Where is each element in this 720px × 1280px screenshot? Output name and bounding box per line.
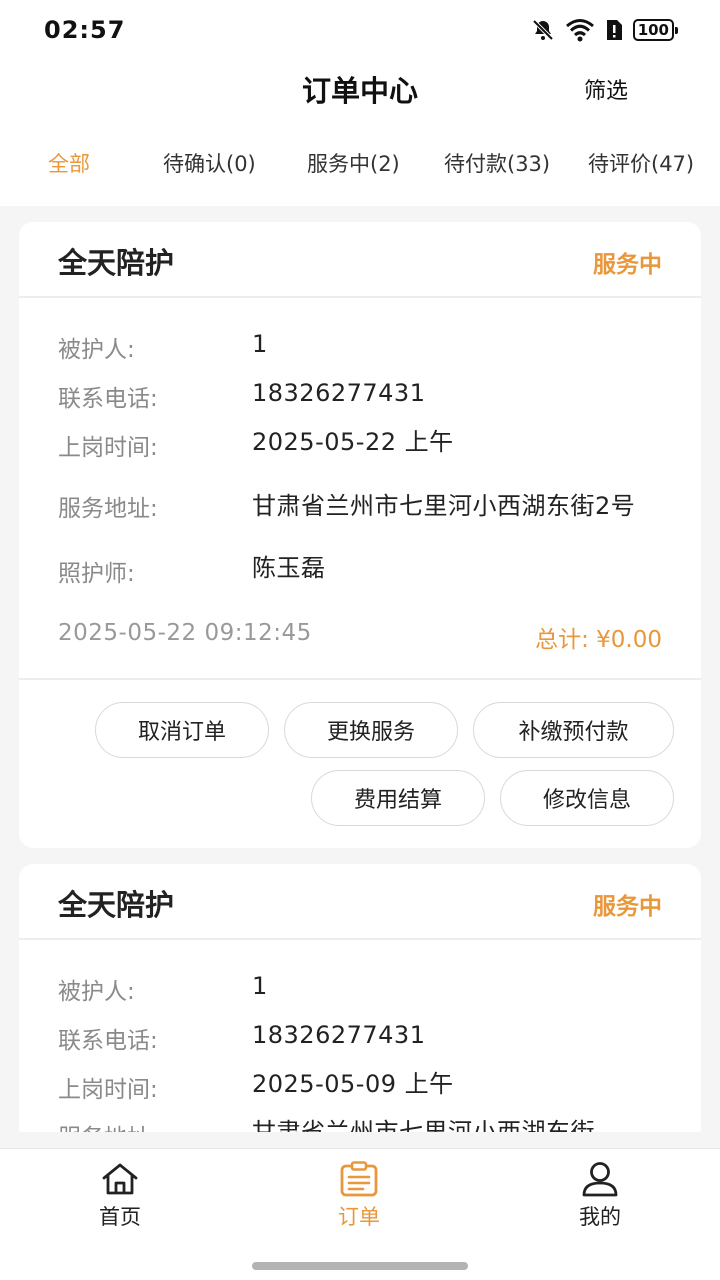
tab-pending-payment[interactable]: 待付款(33)	[444, 148, 550, 178]
status-icons: 100	[531, 18, 679, 42]
start-time-value: 2025-05-22 上午	[252, 428, 454, 456]
pay-deposit-button[interactable]: 补缴预付款	[473, 702, 674, 758]
settle-fees-button[interactable]: 费用结算	[311, 770, 485, 826]
status-badge: 服务中	[593, 894, 662, 920]
edit-info-button[interactable]: 修改信息	[500, 770, 674, 826]
order-card-header: 全天陪护 服务中	[19, 864, 701, 940]
caregiver-row: 照护师: 陈玉磊	[58, 554, 671, 588]
status-badge: 服务中	[593, 252, 662, 278]
start-time-value: 2025-05-09 上午	[252, 1070, 454, 1098]
address-label: 服务地址:	[58, 496, 158, 522]
order-tabs: 全部 待确认(0) 服务中(2) 待付款(33) 待评价(47)	[0, 120, 720, 206]
phone-value: 18326277431	[252, 379, 426, 407]
address-value: 甘肃省兰州市七里河小西湖东街	[252, 1118, 595, 1132]
tab-pending-review[interactable]: 待评价(47)	[588, 148, 694, 178]
caregiver-label: 照护师:	[58, 561, 135, 587]
battery-indicator: 100	[632, 19, 679, 41]
bottom-nav: 首页 订单 我的	[0, 1148, 720, 1280]
caregiver-value: 陈玉磊	[252, 554, 326, 582]
tab-all[interactable]: 全部	[48, 148, 90, 178]
order-title: 全天陪护	[58, 888, 175, 922]
filter-button[interactable]: 筛选	[584, 73, 628, 105]
order-card[interactable]: 全天陪护 服务中 被护人: 1 联系电话: 18326277431 上岗时间: …	[19, 864, 701, 1132]
phone-label: 联系电话:	[58, 386, 158, 412]
user-icon	[582, 1162, 618, 1197]
bell-off-icon	[532, 19, 554, 41]
patient-label: 被护人:	[58, 979, 135, 1005]
patient-row: 被护人: 1	[58, 972, 671, 1006]
patient-row: 被护人: 1	[58, 330, 671, 364]
phone-value: 18326277431	[252, 1021, 426, 1049]
home-icon	[102, 1163, 138, 1195]
status-bar: 02:57 100	[0, 0, 720, 62]
address-row: 服务地址: 甘肃省兰州市七里河小西湖东街	[58, 1118, 671, 1132]
order-card[interactable]: 全天陪护 服务中 被护人: 1 联系电话: 18326277431 上岗时间: …	[19, 222, 701, 848]
start-time-row: 上岗时间: 2025-05-09 上午	[58, 1070, 671, 1104]
nav-orders[interactable]: 订单	[299, 1161, 419, 1231]
sim-alert-icon	[606, 20, 622, 40]
address-label: 服务地址:	[58, 1118, 252, 1132]
patient-label: 被护人:	[58, 337, 135, 363]
patient-value: 1	[252, 330, 268, 358]
start-time-row: 上岗时间: 2025-05-22 上午	[58, 428, 671, 462]
patient-value: 1	[252, 972, 268, 1000]
wifi-icon	[565, 19, 594, 42]
nav-profile-label: 我的	[579, 1205, 621, 1229]
start-time-label: 上岗时间:	[58, 1077, 158, 1103]
status-time: 02:57	[44, 16, 126, 44]
change-service-button[interactable]: 更换服务	[284, 702, 458, 758]
phone-label: 联系电话:	[58, 1028, 158, 1054]
address-value: 甘肃省兰州市七里河小西湖东街2号	[252, 492, 636, 520]
phone-row: 联系电话: 18326277431	[58, 379, 671, 413]
order-total: 总计: ¥0.00	[535, 627, 662, 653]
cancel-order-button[interactable]: 取消订单	[95, 702, 269, 758]
nav-home-label: 首页	[99, 1205, 141, 1229]
nav-home[interactable]: 首页	[60, 1161, 180, 1231]
nav-orders-label: 订单	[338, 1205, 380, 1229]
tab-pending-confirm[interactable]: 待确认(0)	[163, 148, 256, 178]
address-row: 服务地址: 甘肃省兰州市七里河小西湖东街2号	[58, 478, 671, 534]
phone-row: 联系电话: 18326277431	[58, 1021, 671, 1055]
order-card-header: 全天陪护 服务中	[19, 222, 701, 298]
order-created-time: 2025-05-22 09:12:45	[58, 620, 312, 646]
nav-profile[interactable]: 我的	[540, 1161, 660, 1231]
tab-in-service[interactable]: 服务中(2)	[307, 148, 400, 178]
clipboard-icon	[340, 1161, 378, 1197]
card-divider	[19, 678, 701, 680]
order-title: 全天陪护	[58, 246, 175, 280]
header: 订单中心 筛选	[0, 62, 720, 120]
start-time-label: 上岗时间:	[58, 435, 158, 461]
home-indicator	[252, 1262, 468, 1270]
